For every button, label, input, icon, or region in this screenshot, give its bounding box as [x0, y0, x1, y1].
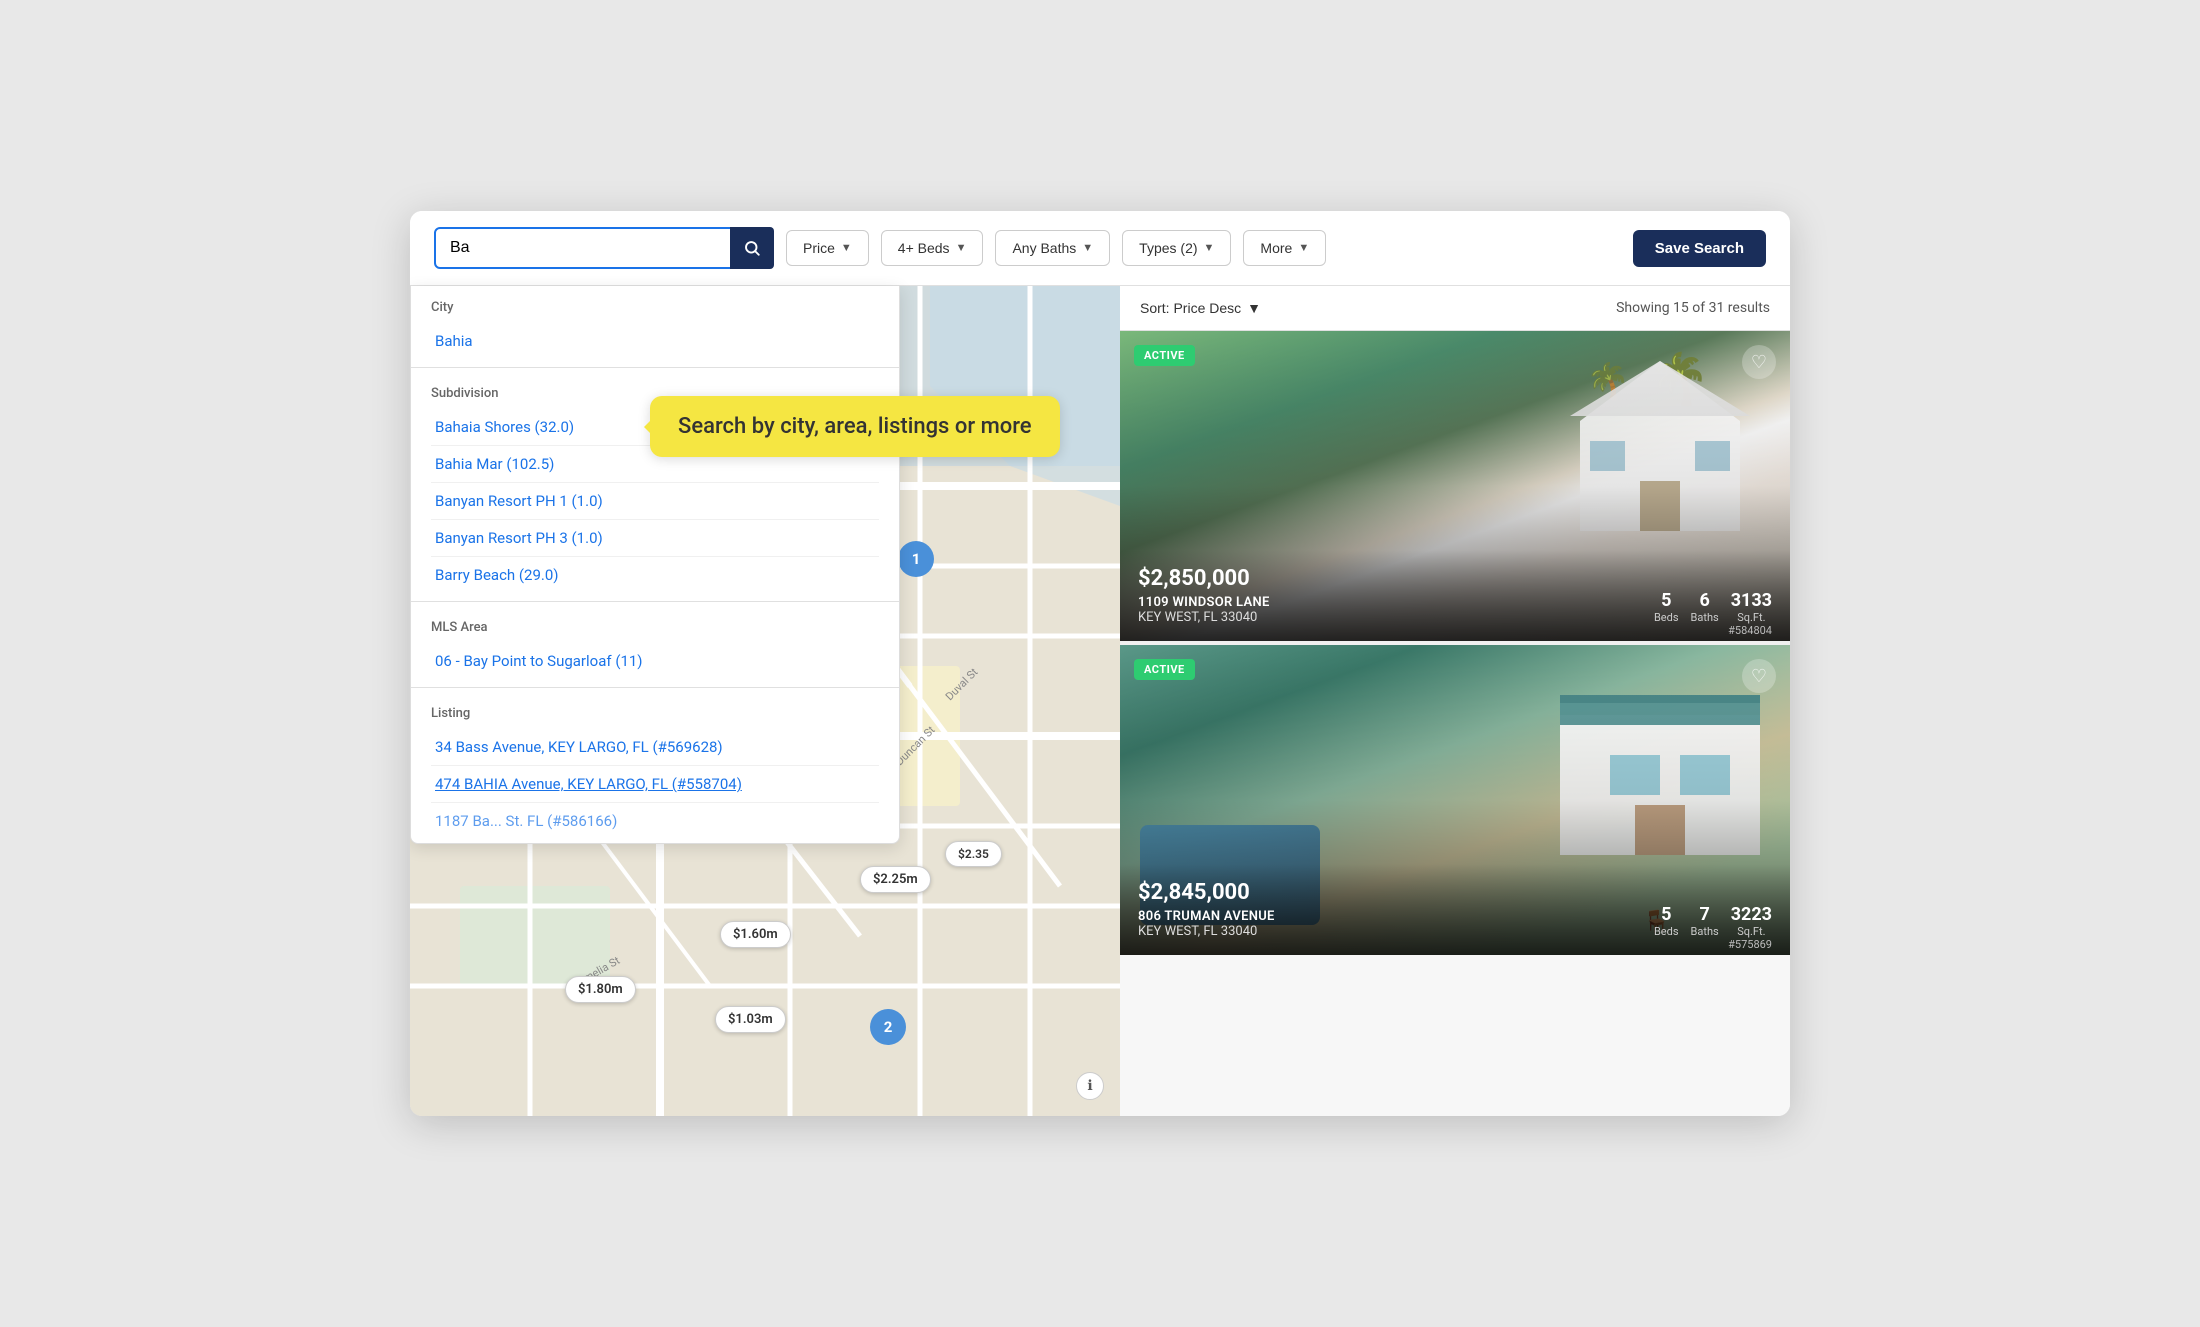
types-filter-label: Types (2) — [1139, 240, 1197, 256]
map-info-button[interactable]: ℹ — [1076, 1072, 1104, 1100]
cluster-badge-2[interactable]: 2 — [870, 1009, 906, 1045]
listing-price-1: $2,850,000 — [1138, 566, 1772, 591]
divider-1 — [411, 367, 899, 368]
baths-label-2: Baths — [1691, 924, 1719, 939]
city-section-label: City — [431, 300, 879, 315]
sqft-label-2: Sq.Ft. — [1731, 924, 1772, 939]
active-badge-2: ACTIVE — [1134, 659, 1195, 680]
divider-2 — [411, 601, 899, 602]
listings-header: Sort: Price Desc ▼ Showing 15 of 31 resu… — [1120, 286, 1790, 331]
beds-value-2: 5 — [1654, 906, 1679, 924]
mls-area-section-label: MLS Area — [431, 620, 879, 635]
sqft-label-1: Sq.Ft. — [1731, 610, 1772, 625]
mls-area-section: MLS Area 06 - Bay Point to Sugarloaf (11… — [411, 606, 899, 683]
price-filter-arrow: ▼ — [841, 242, 852, 254]
baths-filter-arrow: ▼ — [1082, 242, 1093, 254]
more-filter-label: More — [1260, 240, 1292, 256]
beds-filter-arrow: ▼ — [956, 242, 967, 254]
favorite-button-2[interactable]: ♡ — [1742, 659, 1776, 693]
subdivision-item-4[interactable]: Barry Beach (29.0) — [431, 557, 879, 593]
beds-value-1: 5 — [1654, 592, 1679, 610]
search-dropdown: City Bahia Subdivision Bahaia Shores (32… — [410, 286, 900, 844]
price-bubble-3[interactable]: $1.60m — [720, 921, 791, 948]
listing-item-2[interactable]: 1187 Ba... St. FL (#586166) — [431, 803, 879, 839]
price-bubble-4[interactable]: $1.80m — [565, 976, 636, 1003]
types-filter-button[interactable]: Types (2) ▼ — [1122, 230, 1231, 266]
baths-stat-2: 7 Baths — [1691, 906, 1719, 939]
listing-price-2: $2,845,000 — [1138, 880, 1772, 905]
baths-filter-label: Any Baths — [1012, 240, 1076, 256]
listing-stats-1: 5 Beds 6 Baths 3133 Sq.Ft. — [1654, 592, 1772, 625]
subdivision-item-3[interactable]: Banyan Resort PH 3 (1.0) — [431, 520, 879, 557]
toolbar: Price ▼ 4+ Beds ▼ Any Baths ▼ Types (2) … — [410, 211, 1790, 286]
body-layout: City Bahia Subdivision Bahaia Shores (32… — [410, 286, 1790, 1116]
search-button[interactable] — [730, 227, 774, 269]
listing-section: Listing 34 Bass Avenue, KEY LARGO, FL (#… — [411, 692, 899, 843]
cluster-badge-1[interactable]: 1 — [898, 541, 934, 577]
listing-mls-2: #575869 — [1728, 938, 1772, 951]
sqft-value-1: 3133 — [1731, 592, 1772, 610]
more-filter-arrow: ▼ — [1298, 242, 1309, 254]
baths-label-1: Baths — [1691, 610, 1719, 625]
city-section: City Bahia — [411, 286, 899, 363]
price-bubble-7[interactable]: $2.35 — [945, 841, 1002, 867]
beds-stat-2: 5 Beds — [1654, 906, 1679, 939]
favorite-button-1[interactable]: ♡ — [1742, 345, 1776, 379]
search-wrapper — [434, 227, 774, 269]
baths-value-1: 6 — [1691, 592, 1719, 610]
price-filter-button[interactable]: Price ▼ — [786, 230, 869, 266]
beds-label-2: Beds — [1654, 924, 1679, 939]
search-input[interactable] — [434, 227, 774, 269]
listing-stats-2: 5 Beds 7 Baths 3223 Sq.Ft. — [1654, 906, 1772, 939]
search-icon — [743, 239, 761, 257]
sort-arrow-icon: ▼ — [1247, 300, 1261, 316]
city-item-bahia[interactable]: Bahia — [431, 323, 879, 359]
sqft-value-2: 3223 — [1731, 906, 1772, 924]
listings-panel: Sort: Price Desc ▼ Showing 15 of 31 resu… — [1120, 286, 1790, 1116]
listing-item-0[interactable]: 34 Bass Avenue, KEY LARGO, FL (#569628) — [431, 729, 879, 766]
beds-label-1: Beds — [1654, 610, 1679, 625]
sqft-stat-1: 3133 Sq.Ft. — [1731, 592, 1772, 625]
listing-card-2[interactable]: 🪑 ACTIVE ♡ $2,845,000 806 TRUMAN AVENUE … — [1120, 641, 1790, 955]
beds-filter-button[interactable]: 4+ Beds ▼ — [881, 230, 984, 266]
sqft-stat-2: 3223 Sq.Ft. — [1731, 906, 1772, 939]
types-filter-arrow: ▼ — [1204, 242, 1215, 254]
active-badge-1: ACTIVE — [1134, 345, 1195, 366]
listing-section-label: Listing — [431, 706, 879, 721]
beds-filter-label: 4+ Beds — [898, 240, 950, 256]
save-search-button[interactable]: Save Search — [1633, 230, 1766, 267]
baths-filter-button[interactable]: Any Baths ▼ — [995, 230, 1110, 266]
divider-3 — [411, 687, 899, 688]
subdivision-item-2[interactable]: Banyan Resort PH 1 (1.0) — [431, 483, 879, 520]
more-filter-button[interactable]: More ▼ — [1243, 230, 1326, 266]
listing-item-1[interactable]: 474 BAHIA Avenue, KEY LARGO, FL (#558704… — [431, 766, 879, 803]
listing-mls-1: #584804 — [1728, 624, 1772, 637]
listings-list: 🌴 🌴 ACTIVE ♡ — [1120, 331, 1790, 1116]
results-count: Showing 15 of 31 results — [1616, 300, 1770, 316]
main-container: Price ▼ 4+ Beds ▼ Any Baths ▼ Types (2) … — [410, 211, 1790, 1116]
price-bubble-2[interactable]: $2.25m — [860, 866, 931, 893]
sort-label: Sort: Price Desc — [1140, 300, 1241, 316]
search-tooltip: Search by city, area, listings or more — [650, 396, 1060, 457]
baths-value-2: 7 — [1691, 906, 1719, 924]
beds-stat-1: 5 Beds — [1654, 592, 1679, 625]
price-filter-label: Price — [803, 240, 835, 256]
mls-area-item-0[interactable]: 06 - Bay Point to Sugarloaf (11) — [431, 643, 879, 679]
sort-button[interactable]: Sort: Price Desc ▼ — [1140, 300, 1261, 316]
baths-stat-1: 6 Baths — [1691, 592, 1719, 625]
price-bubble-5[interactable]: $1.03m — [715, 1006, 786, 1033]
listing-card-1[interactable]: 🌴 🌴 ACTIVE ♡ — [1120, 331, 1790, 641]
